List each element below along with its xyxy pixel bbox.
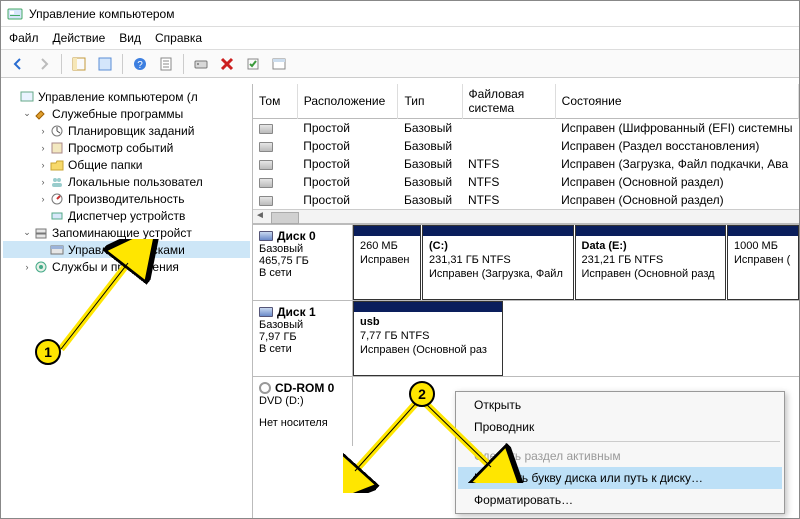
show-hide-tree-button[interactable]: [68, 53, 90, 75]
volume-icon: [259, 142, 273, 152]
tree-label: Локальные пользовател: [68, 175, 203, 189]
col-layout[interactable]: Расположение: [297, 84, 398, 119]
computer-mgmt-icon: [19, 89, 35, 105]
nav-forward-button[interactable]: [33, 53, 55, 75]
cdrom-icon: [259, 382, 271, 394]
tree-label: Диспетчер устройств: [68, 209, 185, 223]
volume-row[interactable]: ПростойБазовыйNTFSИсправен (Основной раз…: [253, 173, 799, 191]
disk0-part-c[interactable]: (C:) 231,31 ГБ NTFS Исправен (Загрузка, …: [422, 225, 574, 300]
volume-row[interactable]: ПростойБазовыйNTFSИсправен (Загрузка, Фа…: [253, 155, 799, 173]
volume-row[interactable]: ПростойБазовыйNTFSИсправен (Основной раз…: [253, 191, 799, 209]
twisty-right-icon[interactable]: ›: [37, 177, 49, 187]
properties-button[interactable]: [155, 53, 177, 75]
delete-button[interactable]: [216, 53, 238, 75]
volume-icon: [259, 196, 273, 206]
col-volume[interactable]: Том: [253, 84, 297, 119]
volume-icon: [259, 124, 273, 134]
disk1-part-usb[interactable]: usb 7,77 ГБ NTFS Исправен (Основной раз: [353, 301, 503, 376]
twisty-down-icon[interactable]: ⌄: [21, 108, 33, 119]
tree-shared-folders[interactable]: › Общие папки: [3, 156, 250, 173]
tree-label: Служебные программы: [52, 107, 183, 121]
tree-label: Планировщик заданий: [68, 124, 194, 138]
menu-view[interactable]: Вид: [119, 31, 141, 45]
tools-icon: [33, 106, 49, 122]
tree-label: Запоминающие устройст: [52, 226, 192, 240]
action-button[interactable]: [242, 53, 264, 75]
volume-row[interactable]: ПростойБазовыйИсправен (Шифрованный (EFI…: [253, 119, 799, 138]
col-fs[interactable]: Файловая система: [462, 84, 555, 119]
window-title: Управление компьютером: [29, 7, 174, 21]
menu-help[interactable]: Справка: [155, 31, 202, 45]
ctx-format[interactable]: Форматировать…: [458, 489, 782, 511]
annotation-arrow-2b: [413, 393, 533, 483]
disk1-partitions: usb 7,77 ГБ NTFS Исправен (Основной раз: [353, 301, 799, 376]
disk0-partitions: 260 МБ Исправен (C:) 231,31 ГБ NTFS Испр…: [353, 225, 799, 300]
tree-label: Управление компьютером (л: [38, 90, 198, 104]
event-icon: [49, 140, 65, 156]
clock-icon: [49, 123, 65, 139]
twisty-right-icon[interactable]: ›: [37, 160, 49, 170]
performance-icon: [49, 191, 65, 207]
menu-file[interactable]: Файл: [9, 31, 39, 45]
twisty-down-icon[interactable]: ⌄: [21, 227, 33, 238]
help-button[interactable]: ?: [129, 53, 151, 75]
disk0-row[interactable]: Диск 0 Базовый 465,75 ГБ В сети 260 МБ И…: [253, 224, 799, 300]
menu-action[interactable]: Действие: [53, 31, 106, 45]
users-icon: [49, 174, 65, 190]
twisty-right-icon[interactable]: ›: [37, 194, 49, 204]
device-icon: [49, 208, 65, 224]
disk1-row[interactable]: Диск 1 Базовый 7,97 ГБ В сети usb 7,77 Г…: [253, 300, 799, 376]
col-state[interactable]: Состояние: [555, 84, 798, 119]
twisty-right-icon[interactable]: ›: [37, 143, 49, 153]
horizontal-scrollbar[interactable]: [253, 209, 799, 223]
annotation-badge-2: 2: [409, 381, 435, 407]
app-icon: [7, 6, 23, 22]
disk0-part-3[interactable]: 1000 МБ Исправен (: [727, 225, 799, 300]
tree-task-scheduler[interactable]: › Планировщик заданий: [3, 122, 250, 139]
toolbar-separator: [183, 54, 184, 74]
toolbar: ?: [1, 50, 799, 78]
titlebar: Управление компьютером: [1, 1, 799, 27]
tree-label: Производительность: [68, 192, 184, 206]
tree-root[interactable]: Управление компьютером (л: [3, 88, 250, 105]
col-type[interactable]: Тип: [398, 84, 462, 119]
annotation-badge-1: 1: [35, 339, 61, 365]
disk1-label: Диск 1 Базовый 7,97 ГБ В сети: [253, 301, 353, 376]
disk0-label: Диск 0 Базовый 465,75 ГБ В сети: [253, 225, 353, 300]
tree-event-viewer[interactable]: › Просмотр событий: [3, 139, 250, 156]
tree-label: Общие папки: [68, 158, 142, 172]
tree-performance[interactable]: › Производительность: [3, 190, 250, 207]
hdd-icon: [259, 307, 273, 317]
tree-label: Просмотр событий: [68, 141, 173, 155]
volume-list[interactable]: Том Расположение Тип Файловая система Со…: [253, 84, 799, 224]
svg-text:?: ?: [137, 60, 143, 71]
cdrom-label: CD-ROM 0 DVD (D:) Нет носителя: [253, 377, 353, 446]
hdd-icon: [259, 231, 273, 241]
annotation-arrow-1: [46, 239, 166, 359]
nav-back-button[interactable]: [7, 53, 29, 75]
tree-system-tools[interactable]: ⌄ Служебные программы: [3, 105, 250, 122]
volume-icon: [259, 178, 273, 188]
menubar: Файл Действие Вид Справка: [1, 27, 799, 50]
twisty-right-icon[interactable]: ›: [37, 126, 49, 136]
volume-icon: [259, 160, 273, 170]
twisty-right-icon[interactable]: ›: [21, 262, 33, 272]
volume-row[interactable]: ПростойБазовыйИсправен (Раздел восстанов…: [253, 137, 799, 155]
toolbar-separator: [122, 54, 123, 74]
tree-local-users[interactable]: › Локальные пользовател: [3, 173, 250, 190]
tree-device-manager[interactable]: Диспетчер устройств: [3, 207, 250, 224]
folder-share-icon: [49, 157, 65, 173]
settings-button[interactable]: [268, 53, 290, 75]
refresh-disk-button[interactable]: [190, 53, 212, 75]
disk0-part-0[interactable]: 260 МБ Исправен: [353, 225, 421, 300]
toolbar-separator: [61, 54, 62, 74]
view-mode-button[interactable]: [94, 53, 116, 75]
disk0-part-e[interactable]: Data (E:) 231,21 ГБ NTFS Исправен (Основ…: [575, 225, 727, 300]
